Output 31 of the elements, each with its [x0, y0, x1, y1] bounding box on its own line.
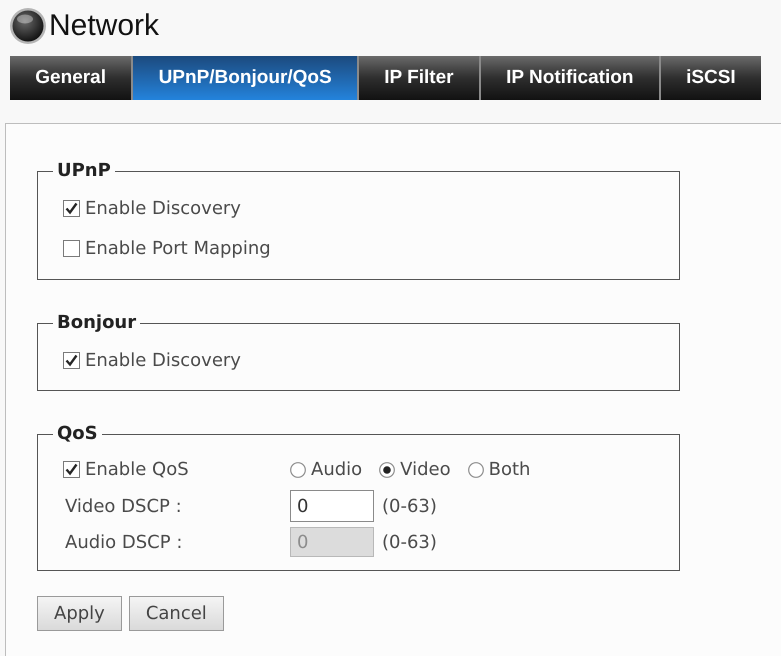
field-label: Video DSCP : [65, 494, 182, 518]
field-label: Audio DSCP : [65, 530, 182, 554]
sphere-icon [9, 7, 47, 45]
checkbox[interactable] [63, 200, 80, 216]
input-field[interactable]: 0 [290, 490, 374, 522]
checkbox[interactable] [63, 461, 80, 478]
checkbox-label: Enable Discovery [85, 348, 241, 372]
action-button[interactable]: Apply [37, 596, 122, 631]
tab[interactable]: IP Notification [480, 56, 659, 100]
tab[interactable]: iSCSI [660, 56, 761, 100]
radio-label: Audio [311, 458, 362, 482]
range-hint: (0-63) [382, 494, 437, 518]
group-title: QoS [56, 423, 99, 445]
radio-label: Both [488, 458, 530, 482]
tab[interactable]: IP Filter [358, 56, 479, 100]
checkbox-label: Enable Discovery [85, 196, 241, 220]
group-title: Bonjour [56, 312, 138, 334]
tab[interactable]: General [10, 56, 132, 100]
radio-button[interactable] [379, 462, 396, 478]
page-title: Network [49, 11, 160, 41]
checkbox[interactable] [63, 352, 80, 368]
checkbox[interactable] [63, 240, 80, 256]
group-title: UPnP [56, 160, 112, 182]
checkbox-label: Enable Port Mapping [85, 236, 271, 260]
action-button[interactable]: Cancel [128, 596, 224, 631]
radio-button[interactable] [468, 462, 484, 478]
radio-button[interactable] [290, 462, 306, 478]
checkbox-label: Enable QoS [85, 458, 189, 482]
tab[interactable]: UPnP/Bonjour/QoS [133, 56, 357, 100]
radio-label: Video [400, 458, 451, 482]
range-hint: (0-63) [382, 530, 437, 554]
